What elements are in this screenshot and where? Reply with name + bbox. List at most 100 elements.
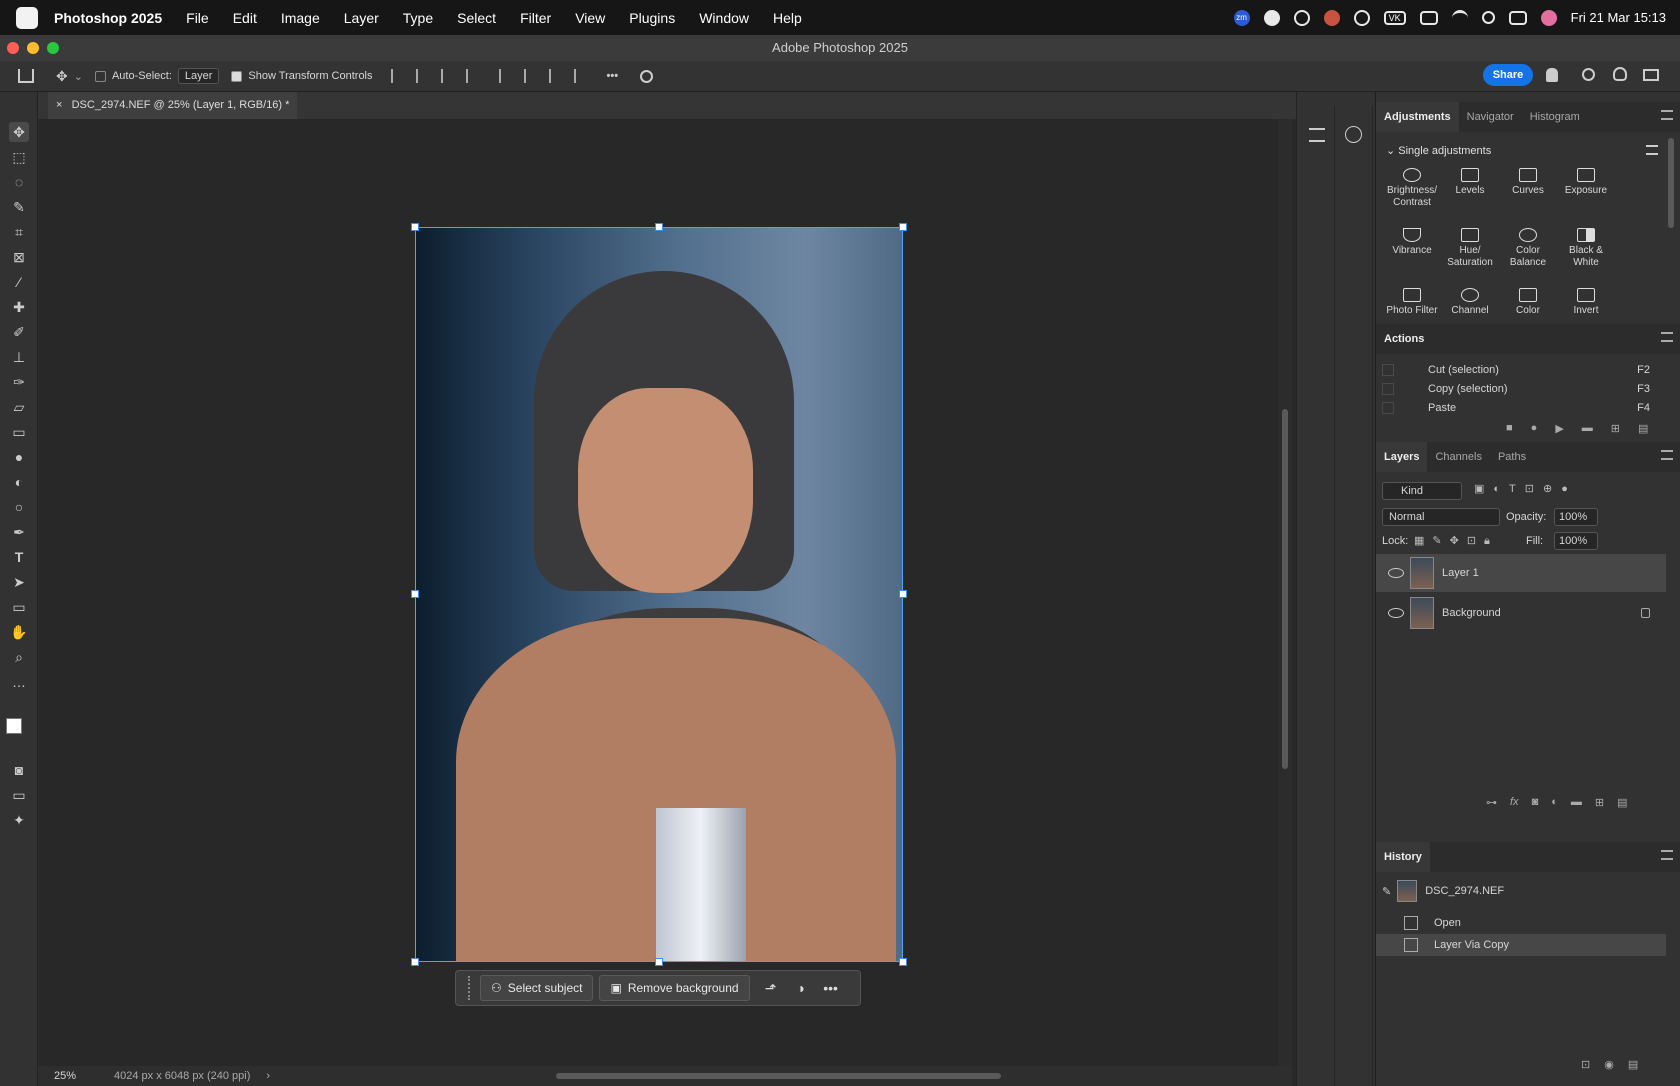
vk-icon[interactable]: VK	[1383, 10, 1406, 25]
blend-mode-select[interactable]: Normal	[1382, 508, 1500, 526]
adj-black-white[interactable]: Black & White	[1557, 228, 1615, 269]
lasso-tool-icon[interactable]: ◌	[9, 172, 29, 192]
zoom-level[interactable]: 25%	[54, 1070, 76, 1082]
adj-curves[interactable]: Curves	[1499, 168, 1557, 197]
menu-image[interactable]: Image	[281, 10, 320, 26]
menu-filter[interactable]: Filter	[520, 10, 551, 26]
vertical-scrollbar[interactable]	[1278, 119, 1292, 1066]
align-right-icon[interactable]	[440, 69, 455, 83]
link-icon[interactable]: ⊶	[1486, 796, 1497, 809]
history-state-layer-via-copy[interactable]: Layer Via Copy	[1376, 934, 1666, 956]
transform-handle-tl[interactable]	[411, 223, 419, 231]
menu-select[interactable]: Select	[457, 10, 496, 26]
align-top-icon[interactable]	[498, 69, 513, 83]
menu-help[interactable]: Help	[773, 10, 802, 26]
siri-icon[interactable]	[1540, 9, 1557, 26]
panel-menu-icon[interactable]	[1661, 110, 1673, 120]
menu-window[interactable]: Window	[699, 10, 749, 26]
action-item[interactable]: Copy (selection) F3	[1376, 379, 1666, 398]
delete-layer-icon[interactable]: ▤	[1617, 796, 1627, 809]
search-icon[interactable]	[1481, 11, 1495, 24]
actions-menu-icon[interactable]	[1661, 332, 1673, 342]
control-center-icon[interactable]	[1508, 10, 1527, 25]
fill-field[interactable]: 100%	[1554, 532, 1598, 550]
record-icon[interactable]: ●	[1531, 422, 1538, 435]
frame-tool-icon[interactable]: ⊠	[9, 247, 29, 267]
cloud-icon[interactable]	[1263, 9, 1280, 26]
adj-levels[interactable]: Levels	[1441, 168, 1499, 197]
action-toggle[interactable]	[1382, 382, 1394, 395]
gradient-tool-icon[interactable]: ▭	[9, 422, 29, 442]
crop-tool-icon[interactable]: ⌗	[9, 222, 29, 242]
menu-plugins[interactable]: Plugins	[629, 10, 675, 26]
adj-color-balance[interactable]: Color Balance	[1499, 228, 1557, 269]
adjustment-layer-icon[interactable]: ◐	[1551, 796, 1558, 809]
gear-icon[interactable]	[640, 69, 654, 83]
path-select-tool-icon[interactable]: ➤	[9, 572, 29, 592]
screen-mode-icon[interactable]: ▭	[9, 785, 29, 805]
zoom-tool-icon[interactable]: ⌕	[9, 647, 29, 667]
zoom-window-icon[interactable]	[47, 42, 59, 54]
layer-filter-kind[interactable]: Kind	[1382, 482, 1462, 500]
dodge-tool-icon[interactable]: ◐	[9, 472, 29, 492]
app-status-icon[interactable]	[1323, 9, 1340, 26]
close-window-icon[interactable]	[7, 42, 19, 54]
adj-brightness-contrast[interactable]: Brightness/ Contrast	[1383, 168, 1441, 209]
delete-state-icon[interactable]: ▤	[1628, 1058, 1638, 1071]
menu-edit[interactable]: Edit	[233, 10, 257, 26]
layer-name[interactable]: Background	[1442, 607, 1641, 619]
distribute-icon[interactable]	[465, 69, 480, 83]
trash-icon[interactable]: ▤	[1638, 422, 1648, 435]
move-tool-icon[interactable]: ✥	[56, 68, 68, 85]
action-toggle[interactable]	[1382, 363, 1394, 376]
mask-icon[interactable]: ◙	[1532, 796, 1539, 809]
history-menu-icon[interactable]	[1661, 850, 1673, 860]
adj-vibrance[interactable]: Vibrance	[1383, 228, 1441, 257]
clock[interactable]: Fri 21 Mar 15:13	[1571, 10, 1666, 25]
document-tab[interactable]: × DSC_2974.NEF @ 25% (Layer 1, RGB/16) *	[48, 92, 298, 119]
play-icon[interactable]	[1353, 9, 1370, 26]
tab-adjustments[interactable]: Adjustments	[1376, 102, 1459, 132]
action-toggle[interactable]	[1382, 401, 1394, 414]
horizontal-scroll-thumb[interactable]	[556, 1073, 1001, 1079]
menu-layer[interactable]: Layer	[344, 10, 379, 26]
list-view-icon[interactable]	[1646, 145, 1658, 155]
vertical-scroll-thumb[interactable]	[1282, 409, 1288, 769]
layer-filter-icons[interactable]: ▣◐T⊡⊕●	[1474, 482, 1577, 495]
apple-icon[interactable]	[16, 6, 38, 29]
battery-icon[interactable]	[1419, 10, 1438, 25]
brush-tool-icon[interactable]: ✐	[9, 322, 29, 342]
menu-file[interactable]: File	[186, 10, 209, 26]
transform-handle-br[interactable]	[899, 958, 907, 966]
adj-invert[interactable]: Invert	[1557, 288, 1615, 317]
play-action-icon[interactable]: ▶	[1555, 422, 1563, 435]
align-left-icon[interactable]	[390, 69, 405, 83]
adj-photo-filter[interactable]: Photo Filter	[1383, 288, 1441, 317]
eraser-tool-icon[interactable]: ▱	[9, 397, 29, 417]
tab-navigator[interactable]: Navigator	[1459, 102, 1522, 132]
transform-handle-bl[interactable]	[411, 958, 419, 966]
zoom-app-icon[interactable]: zm	[1233, 9, 1250, 26]
tab-actions[interactable]: Actions	[1376, 324, 1433, 354]
adj-exposure[interactable]: Exposure	[1557, 168, 1615, 197]
workspace-icon[interactable]	[1643, 69, 1659, 81]
remove-background-button[interactable]: ▣ Remove background	[599, 975, 750, 1001]
adjustments-scrollbar[interactable]	[1668, 138, 1674, 228]
tool-preset-chevron-icon[interactable]: ⌄	[74, 70, 83, 83]
tab-history[interactable]: History	[1376, 842, 1430, 872]
history-brush-tool-icon[interactable]: ✑	[9, 372, 29, 392]
pen-tool-icon[interactable]: ✒	[9, 522, 29, 542]
more-actions-button[interactable]: •••	[816, 980, 846, 996]
transform-handle-l[interactable]	[411, 590, 419, 598]
lightbulb-icon[interactable]	[1613, 67, 1627, 81]
info-icon[interactable]	[1345, 126, 1362, 143]
tab-channels[interactable]: Channels	[1427, 442, 1489, 472]
align-bottom-icon[interactable]	[548, 69, 563, 83]
share-button[interactable]: Share	[1483, 64, 1533, 86]
menu-app-name[interactable]: Photoshop 2025	[54, 10, 162, 26]
auto-select-dropdown[interactable]: Layer	[177, 68, 220, 84]
group-folder-icon[interactable]: ▬	[1571, 796, 1582, 809]
new-document-from-state-icon[interactable]: ⊡	[1581, 1058, 1590, 1071]
menu-type[interactable]: Type	[403, 10, 433, 26]
action-item[interactable]: Paste F4	[1376, 398, 1666, 417]
